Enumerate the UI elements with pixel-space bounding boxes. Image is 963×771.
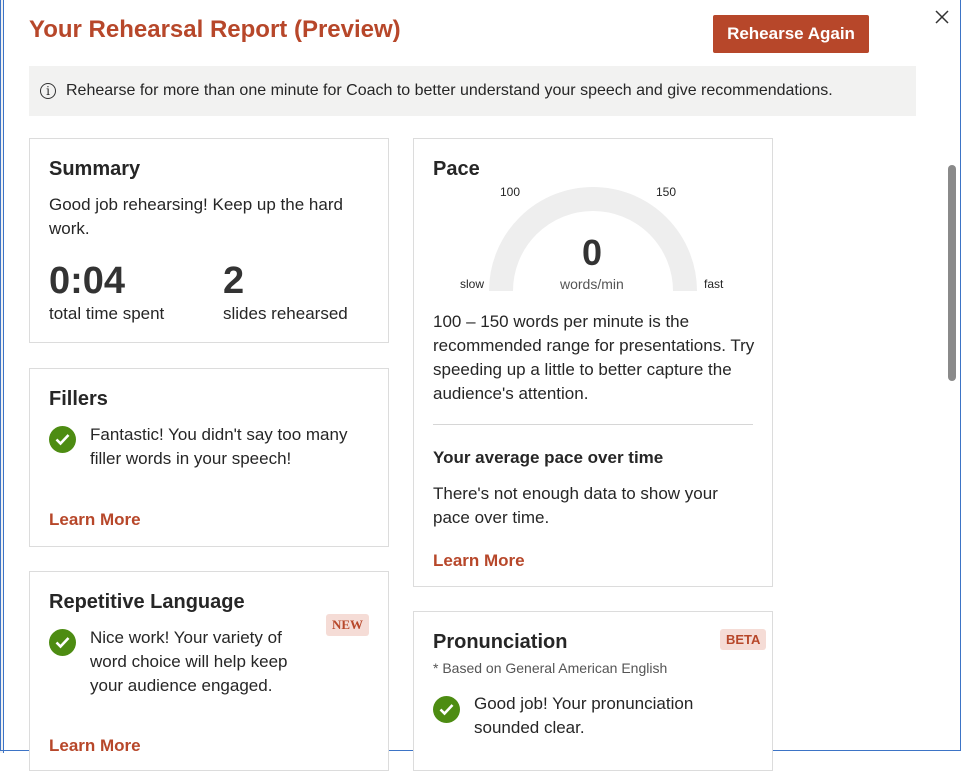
info-message: Rehearse for more than one minute for Co… bbox=[66, 82, 833, 99]
beta-badge: BETA bbox=[720, 629, 767, 650]
gauge-label-slow: slow bbox=[460, 277, 485, 291]
close-icon bbox=[935, 10, 949, 24]
info-icon: i bbox=[40, 83, 56, 99]
pronunciation-card: Pronunciation BETA * Based on General Am… bbox=[413, 611, 773, 771]
pace-value: 0 bbox=[582, 232, 603, 273]
rehearse-again-button[interactable]: Rehearse Again bbox=[713, 15, 869, 53]
fillers-learn-more-link[interactable]: Learn More bbox=[49, 510, 141, 530]
summary-message: Good job rehearsing! Keep up the hard wo… bbox=[49, 195, 343, 238]
divider bbox=[433, 424, 753, 425]
pace-over-time-message: There's not enough data to show your pac… bbox=[433, 484, 718, 527]
time-spent-label: total time spent bbox=[49, 304, 165, 323]
fillers-message: Fantastic! You didn't say too many fille… bbox=[90, 425, 348, 468]
pace-title: Pace bbox=[433, 158, 480, 180]
info-banner: i Rehearse for more than one minute for … bbox=[29, 66, 916, 116]
pace-learn-more-link[interactable]: Learn More bbox=[433, 551, 525, 571]
time-spent-value: 0:04 bbox=[49, 260, 126, 302]
new-badge: NEW bbox=[326, 614, 370, 636]
repetitive-language-card: Repetitive Language NEW Nice work! Your … bbox=[29, 571, 389, 771]
check-icon bbox=[433, 696, 460, 723]
pace-message: 100 – 150 words per minute is the recomm… bbox=[433, 312, 755, 403]
pace-unit: words/min bbox=[560, 276, 624, 292]
check-icon bbox=[49, 426, 76, 453]
fillers-card: Fillers Fantastic! You didn't say too ma… bbox=[29, 368, 389, 547]
gauge-tick-100: 100 bbox=[500, 185, 521, 199]
gauge-tick-150: 150 bbox=[656, 185, 677, 199]
scrollbar-thumb[interactable] bbox=[948, 165, 956, 381]
repetitive-language-title: Repetitive Language bbox=[49, 591, 245, 613]
repetitive-language-message: Nice work! Your variety of word choice w… bbox=[90, 628, 288, 695]
pronunciation-title: Pronunciation bbox=[433, 631, 568, 653]
pace-card: Pace 100 150 0 words/min slow fast 100 –… bbox=[413, 138, 773, 587]
page-title: Your Rehearsal Report (Preview) bbox=[29, 16, 401, 43]
gauge-label-fast: fast bbox=[704, 277, 724, 291]
summary-title: Summary bbox=[49, 158, 141, 180]
summary-card: Summary Good job rehearsing! Keep up the… bbox=[29, 138, 389, 343]
check-icon bbox=[49, 629, 76, 656]
slides-rehearsed-label: slides rehearsed bbox=[223, 304, 348, 323]
fillers-title: Fillers bbox=[49, 388, 108, 410]
pace-over-time-title: Your average pace over time bbox=[433, 448, 664, 467]
repetitive-learn-more-link[interactable]: Learn More bbox=[49, 736, 141, 756]
close-button[interactable] bbox=[929, 4, 955, 30]
pronunciation-message: Good job! Your pronunciation sounded cle… bbox=[474, 694, 694, 737]
pronunciation-note: * Based on General American English bbox=[433, 660, 668, 676]
slides-rehearsed-value: 2 bbox=[223, 260, 245, 302]
